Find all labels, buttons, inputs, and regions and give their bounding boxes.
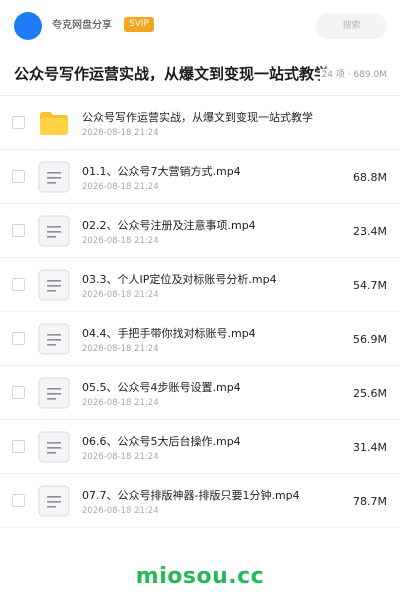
video-file-icon <box>38 485 70 517</box>
video-file-icon <box>38 269 70 301</box>
file-name: 公众号写作运营实战，从爆文到变现一站式教学 <box>82 111 313 124</box>
file-date: 2026-08-18 21:24 <box>82 128 159 138</box>
file-name: 02.2、公众号注册及注意事项.mp4 <box>82 219 256 232</box>
checkbox[interactable] <box>12 278 25 291</box>
list-item[interactable]: 02.2、公众号注册及注意事项.mp4 2026-08-18 21:24 23.… <box>0 204 400 258</box>
checkbox[interactable] <box>12 494 25 507</box>
folder-title-row: 公众号写作运营实战，从爆文到变现一站式教学 24 项 · 689.0M <box>0 52 400 96</box>
list-item[interactable]: 06.6、公众号5大后台操作.mp4 2026-08-18 21:24 31.4… <box>0 420 400 474</box>
file-size: 54.7M <box>353 279 387 292</box>
file-name: 03.3、个人IP定位及对标账号分析.mp4 <box>82 273 277 286</box>
folder-icon <box>38 107 70 139</box>
file-size: 31.4M <box>353 441 387 454</box>
file-name: 04.4、手把手带你找对标账号.mp4 <box>82 327 256 340</box>
list-item[interactable]: 公众号写作运营实战，从爆文到变现一站式教学 2026-08-18 21:24 <box>0 96 400 150</box>
svip-badge: SVIP <box>124 17 154 32</box>
file-size: 56.9M <box>353 333 387 346</box>
file-size: 78.7M <box>353 495 387 508</box>
video-file-icon <box>38 431 70 463</box>
file-name: 07.7、公众号排版神器-排版只要1分钟.mp4 <box>82 489 300 502</box>
file-list: 公众号写作运营实战，从爆文到变现一站式教学 2026-08-18 21:24 0… <box>0 96 400 528</box>
list-item[interactable]: 01.1、公众号7大营销方式.mp4 2026-08-18 21:24 68.8… <box>0 150 400 204</box>
checkbox[interactable] <box>12 386 25 399</box>
page-title: 公众号写作运营实战，从爆文到变现一站式教学 <box>14 65 330 83</box>
file-name: 01.1、公众号7大营销方式.mp4 <box>82 165 241 178</box>
file-date: 2026-08-18 21:24 <box>82 290 159 300</box>
checkbox[interactable] <box>12 440 25 453</box>
file-date: 2026-08-18 21:24 <box>82 506 159 516</box>
watermark: miosou.cc <box>135 564 265 589</box>
video-file-icon <box>38 323 70 355</box>
list-item[interactable]: 07.7、公众号排版神器-排版只要1分钟.mp4 2026-08-18 21:2… <box>0 474 400 528</box>
file-name: 05.5、公众号4步账号设置.mp4 <box>82 381 241 394</box>
avatar[interactable] <box>14 12 42 40</box>
checkbox[interactable] <box>12 332 25 345</box>
share-header: 夸克网盘分享 SVIP 搜索 <box>0 0 400 52</box>
video-file-icon <box>38 377 70 409</box>
file-date: 2026-08-18 21:24 <box>82 236 159 246</box>
file-size: 25.6M <box>353 387 387 400</box>
checkbox[interactable] <box>12 170 25 183</box>
file-name: 06.6、公众号5大后台操作.mp4 <box>82 435 241 448</box>
file-date: 2026-08-18 21:24 <box>82 182 159 192</box>
list-item[interactable]: 04.4、手把手带你找对标账号.mp4 2026-08-18 21:24 56.… <box>0 312 400 366</box>
file-date: 2026-08-18 21:24 <box>82 344 159 354</box>
checkbox[interactable] <box>12 224 25 237</box>
file-size: 23.4M <box>353 225 387 238</box>
file-date: 2026-08-18 21:24 <box>82 398 159 408</box>
list-item[interactable]: 05.5、公众号4步账号设置.mp4 2026-08-18 21:24 25.6… <box>0 366 400 420</box>
folder-meta: 24 项 · 689.0M <box>319 69 387 81</box>
video-file-icon <box>38 161 70 193</box>
file-date: 2026-08-18 21:24 <box>82 452 159 462</box>
list-item[interactable]: 03.3、个人IP定位及对标账号分析.mp4 2026-08-18 21:24 … <box>0 258 400 312</box>
share-name: 夸克网盘分享 <box>52 20 112 31</box>
checkbox[interactable] <box>12 116 25 129</box>
video-file-icon <box>38 215 70 247</box>
file-size: 68.8M <box>353 171 387 184</box>
search-input[interactable]: 搜索 <box>316 13 387 39</box>
